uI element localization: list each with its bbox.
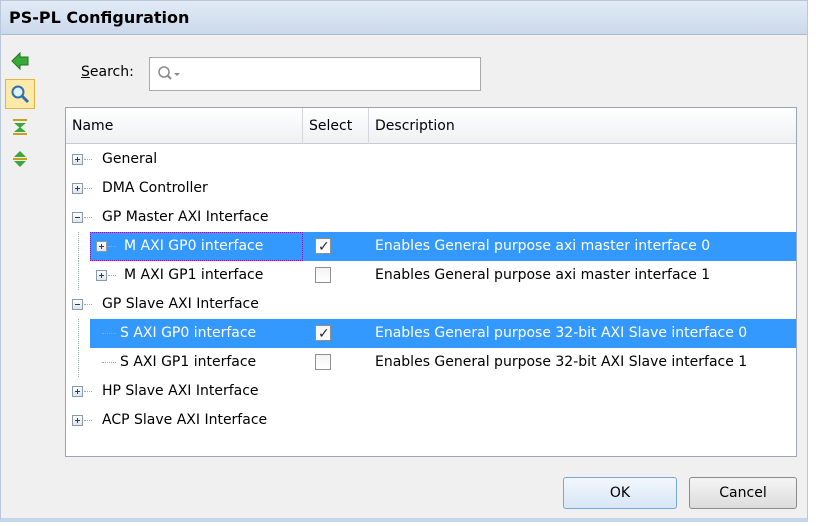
tree-connector — [102, 333, 116, 334]
cell-name: M AXI GP0 interface — [66, 232, 303, 261]
row-name-label: S AXI GP1 interface — [120, 354, 257, 370]
cell-name: ACP Slave AXI Interface — [66, 406, 303, 435]
cell-name: M AXI GP1 interface — [66, 261, 303, 290]
cell-select — [303, 406, 369, 435]
tree-guide-line — [78, 232, 79, 261]
table-row[interactable]: DMA Controller — [66, 174, 796, 203]
table-row[interactable]: General — [66, 145, 796, 174]
row-name-label: DMA Controller — [102, 180, 208, 196]
tree-connector — [108, 246, 116, 247]
cell-name: HP Slave AXI Interface — [66, 377, 303, 406]
cell-name: S AXI GP0 interface — [66, 319, 303, 348]
ps-pl-configuration-dialog: PS-PL Configuration Search: Name Select … — [0, 0, 808, 522]
cell-description — [369, 145, 796, 174]
table-row[interactable]: S AXI GP1 interface Enables General purpo… — [66, 348, 796, 377]
checkbox-unchecked[interactable] — [315, 354, 331, 370]
tree-connector — [102, 362, 116, 363]
tree-connector — [84, 420, 92, 421]
cancel-button[interactable]: Cancel — [689, 477, 797, 509]
column-header-description[interactable]: Description — [369, 108, 796, 144]
back-button[interactable] — [5, 47, 35, 77]
collapse-all-icon — [13, 119, 27, 135]
row-name-label: M AXI GP1 interface — [124, 267, 264, 283]
row-name-label: M AXI GP0 interface — [124, 238, 264, 254]
cell-select — [303, 174, 369, 203]
tree-connector — [108, 275, 116, 276]
cell-description — [369, 203, 796, 232]
cell-select — [303, 377, 369, 406]
row-name-label: General — [102, 151, 158, 167]
collapse-icon[interactable] — [72, 212, 83, 223]
collapse-all-button[interactable] — [5, 113, 35, 143]
cell-name: GP Master AXI Interface — [66, 203, 303, 232]
cell-description: Enables General purpose axi master inter… — [375, 267, 711, 283]
cell-select — [303, 290, 369, 319]
cell-select — [303, 203, 369, 232]
row-name-label: GP Master AXI Interface — [102, 209, 269, 225]
cell-select — [303, 145, 369, 174]
search-label: Search: — [81, 64, 134, 80]
configuration-table: Name Select Description General DMA Contr… — [65, 107, 797, 457]
checkbox-checked[interactable] — [315, 320, 331, 348]
cell-name: S AXI GP1 interface — [66, 348, 303, 377]
search-dropdown-icon[interactable] — [156, 64, 182, 84]
table-row[interactable]: HP Slave AXI Interface — [66, 377, 796, 406]
row-name-label: GP Slave AXI Interface — [102, 296, 259, 312]
search-icon — [11, 85, 30, 104]
cell-description: Enables General purpose 32-bit AXI Slave… — [369, 319, 796, 348]
search-toggle-button[interactable] — [5, 79, 35, 109]
cell-name: General — [66, 145, 303, 174]
checkbox-checked[interactable] — [315, 233, 331, 261]
row-name-label: HP Slave AXI Interface — [102, 383, 259, 399]
expand-icon[interactable] — [96, 241, 107, 252]
tree-connector — [84, 188, 92, 189]
table-row[interactable]: M AXI GP1 interface Enables General purpo… — [66, 261, 796, 290]
table-row[interactable]: GP Master AXI Interface — [66, 203, 796, 232]
tree-guide-line — [78, 319, 79, 348]
expand-icon[interactable] — [72, 386, 83, 397]
table-row[interactable]: GP Slave AXI Interface — [66, 290, 796, 319]
cell-select — [303, 319, 369, 348]
row-name-label: S AXI GP0 interface — [120, 325, 257, 341]
cell-description — [369, 406, 796, 435]
cell-description: Enables General purpose axi master inter… — [369, 232, 796, 261]
expand-icon[interactable] — [72, 415, 83, 426]
checkbox-unchecked[interactable] — [315, 267, 331, 283]
cell-description: Enables General purpose 32-bit AXI Slave… — [375, 354, 748, 370]
column-header-name[interactable]: Name — [66, 108, 303, 144]
table-row[interactable]: M AXI GP0 interface Enables General purpo… — [66, 232, 796, 261]
expand-icon[interactable] — [72, 154, 83, 165]
expand-icon[interactable] — [72, 183, 83, 194]
table-row[interactable]: ACP Slave AXI Interface — [66, 406, 796, 435]
tree-connector — [84, 217, 92, 218]
search-input[interactable] — [184, 64, 474, 84]
cell-name: GP Slave AXI Interface — [66, 290, 303, 319]
tree-connector — [84, 304, 92, 305]
table-header: Name Select Description — [66, 108, 796, 144]
expand-all-button[interactable] — [5, 145, 35, 175]
cell-select — [303, 348, 369, 377]
expand-all-icon — [13, 151, 27, 167]
cell-description — [369, 290, 796, 319]
tree-guide-line — [78, 348, 79, 377]
row-name-label: ACP Slave AXI Interface — [102, 412, 268, 428]
tree-connector — [84, 391, 92, 392]
cell-name: DMA Controller — [66, 174, 303, 203]
ok-button[interactable]: OK — [563, 477, 677, 509]
cell-select — [303, 261, 369, 290]
cell-description — [369, 377, 796, 406]
dialog-titlebar: PS-PL Configuration — [1, 1, 807, 35]
expand-icon[interactable] — [96, 270, 107, 281]
search-box[interactable] — [149, 57, 481, 91]
tree-connector — [84, 159, 92, 160]
column-header-select[interactable]: Select — [303, 108, 369, 144]
table-row[interactable]: S AXI GP0 interface Enables General purpo… — [66, 319, 796, 348]
collapse-icon[interactable] — [72, 299, 83, 310]
tree-guide-line — [78, 261, 79, 290]
dialog-title: PS-PL Configuration — [9, 8, 190, 27]
cell-description — [369, 174, 796, 203]
cell-select — [303, 232, 369, 261]
back-arrow-icon — [11, 51, 29, 71]
